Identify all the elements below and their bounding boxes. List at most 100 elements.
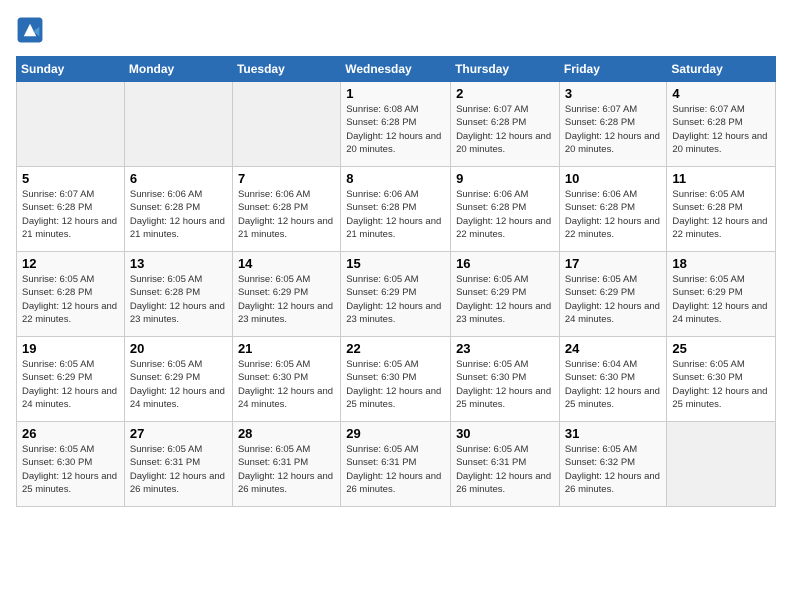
calendar-cell: 8Sunrise: 6:06 AM Sunset: 6:28 PM Daylig… xyxy=(341,167,451,252)
calendar-cell: 25Sunrise: 6:05 AM Sunset: 6:30 PM Dayli… xyxy=(667,337,776,422)
day-number: 6 xyxy=(130,171,227,186)
day-number: 4 xyxy=(672,86,770,101)
calendar-cell: 19 Sunrise: 6:05 AM Sunset: 6:29 PM Dayli… xyxy=(17,337,125,422)
page-header xyxy=(16,16,776,44)
calendar-cell xyxy=(232,82,340,167)
cell-info: Sunrise: 6:05 AM Sunset: 6:29 PM Dayligh… xyxy=(130,358,227,411)
day-number: 17 xyxy=(565,256,662,271)
day-number: 11 xyxy=(672,171,770,186)
cell-info: Sunrise: 6:07 AM Sunset: 6:28 PM Dayligh… xyxy=(565,103,662,156)
day-header-sunday: Sunday xyxy=(17,57,125,82)
calendar-table: SundayMondayTuesdayWednesdayThursdayFrid… xyxy=(16,56,776,507)
cell-info: Sunrise: 6:05 AM Sunset: 6:30 PM Dayligh… xyxy=(22,443,119,496)
logo-icon xyxy=(16,16,44,44)
calendar-week-row: 1 Sunrise: 6:08 AM Sunset: 6:28 PM Daylig… xyxy=(17,82,776,167)
calendar-cell: 24 Sunrise: 6:04 AM Sunset: 6:30 PM Dayli… xyxy=(559,337,667,422)
calendar-header-row: SundayMondayTuesdayWednesdayThursdayFrid… xyxy=(17,57,776,82)
calendar-cell xyxy=(17,82,125,167)
cell-info: Sunrise: 6:05 AM Sunset: 6:28 PM Dayligh… xyxy=(672,188,770,241)
calendar-cell: 6 Sunrise: 6:06 AM Sunset: 6:28 PM Daylig… xyxy=(124,167,232,252)
cell-info: Sunrise: 6:05 AM Sunset: 6:28 PM Dayligh… xyxy=(22,273,119,326)
calendar-cell: 22 Sunrise: 6:05 AM Sunset: 6:30 PM Dayli… xyxy=(341,337,451,422)
cell-info: Sunrise: 6:08 AM Sunset: 6:28 PM Dayligh… xyxy=(346,103,445,156)
calendar-cell: 16 Sunrise: 6:05 AM Sunset: 6:29 PM Dayli… xyxy=(451,252,560,337)
day-number: 16 xyxy=(456,256,554,271)
calendar-cell: 13 Sunrise: 6:05 AM Sunset: 6:28 PM Dayli… xyxy=(124,252,232,337)
cell-info: Sunrise: 6:05 AM Sunset: 6:29 PM Dayligh… xyxy=(672,273,770,326)
day-number: 28 xyxy=(238,426,335,441)
day-number: 1 xyxy=(346,86,445,101)
calendar-cell xyxy=(667,422,776,507)
cell-info: Sunrise: 6:05 AM Sunset: 6:31 PM Dayligh… xyxy=(130,443,227,496)
cell-info: Sunrise: 6:05 AM Sunset: 6:31 PM Dayligh… xyxy=(238,443,335,496)
calendar-cell: 23Sunrise: 6:05 AM Sunset: 6:30 PM Dayli… xyxy=(451,337,560,422)
calendar-cell: 27 Sunrise: 6:05 AM Sunset: 6:31 PM Dayli… xyxy=(124,422,232,507)
calendar-cell: 17Sunrise: 6:05 AM Sunset: 6:29 PM Dayli… xyxy=(559,252,667,337)
calendar-cell: 30 Sunrise: 6:05 AM Sunset: 6:31 PM Dayli… xyxy=(451,422,560,507)
day-number: 20 xyxy=(130,341,227,356)
day-number: 27 xyxy=(130,426,227,441)
calendar-cell: 21 Sunrise: 6:05 AM Sunset: 6:30 PM Dayli… xyxy=(232,337,340,422)
day-number: 9 xyxy=(456,171,554,186)
day-number: 19 xyxy=(22,341,119,356)
calendar-cell xyxy=(124,82,232,167)
cell-info: Sunrise: 6:05 AM Sunset: 6:30 PM Dayligh… xyxy=(346,358,445,411)
calendar-cell: 29 Sunrise: 6:05 AM Sunset: 6:31 PM Dayli… xyxy=(341,422,451,507)
cell-info: Sunrise: 6:05 AM Sunset: 6:29 PM Dayligh… xyxy=(346,273,445,326)
day-number: 26 xyxy=(22,426,119,441)
cell-info: Sunrise: 6:05 AM Sunset: 6:29 PM Dayligh… xyxy=(22,358,119,411)
calendar-cell: 12 Sunrise: 6:05 AM Sunset: 6:28 PM Dayli… xyxy=(17,252,125,337)
calendar-cell: 20 Sunrise: 6:05 AM Sunset: 6:29 PM Dayli… xyxy=(124,337,232,422)
cell-info: Sunrise: 6:05 AM Sunset: 6:30 PM Dayligh… xyxy=(238,358,335,411)
day-number: 10 xyxy=(565,171,662,186)
calendar-cell: 3 Sunrise: 6:07 AM Sunset: 6:28 PM Daylig… xyxy=(559,82,667,167)
day-number: 30 xyxy=(456,426,554,441)
calendar-cell: 18 Sunrise: 6:05 AM Sunset: 6:29 PM Dayli… xyxy=(667,252,776,337)
calendar-week-row: 19 Sunrise: 6:05 AM Sunset: 6:29 PM Dayli… xyxy=(17,337,776,422)
calendar-cell: 7Sunrise: 6:06 AM Sunset: 6:28 PM Daylig… xyxy=(232,167,340,252)
calendar-cell: 1 Sunrise: 6:08 AM Sunset: 6:28 PM Daylig… xyxy=(341,82,451,167)
logo xyxy=(16,16,48,44)
cell-info: Sunrise: 6:06 AM Sunset: 6:28 PM Dayligh… xyxy=(130,188,227,241)
day-number: 23 xyxy=(456,341,554,356)
calendar-cell: 9 Sunrise: 6:06 AM Sunset: 6:28 PM Daylig… xyxy=(451,167,560,252)
day-number: 29 xyxy=(346,426,445,441)
day-header-wednesday: Wednesday xyxy=(341,57,451,82)
cell-info: Sunrise: 6:07 AM Sunset: 6:28 PM Dayligh… xyxy=(456,103,554,156)
day-number: 15 xyxy=(346,256,445,271)
day-number: 2 xyxy=(456,86,554,101)
cell-info: Sunrise: 6:05 AM Sunset: 6:29 PM Dayligh… xyxy=(238,273,335,326)
day-number: 3 xyxy=(565,86,662,101)
day-header-friday: Friday xyxy=(559,57,667,82)
day-number: 31 xyxy=(565,426,662,441)
cell-info: Sunrise: 6:04 AM Sunset: 6:30 PM Dayligh… xyxy=(565,358,662,411)
calendar-cell: 5 Sunrise: 6:07 AM Sunset: 6:28 PM Daylig… xyxy=(17,167,125,252)
cell-info: Sunrise: 6:05 AM Sunset: 6:31 PM Dayligh… xyxy=(456,443,554,496)
day-number: 12 xyxy=(22,256,119,271)
calendar-cell: 28 Sunrise: 6:05 AM Sunset: 6:31 PM Dayli… xyxy=(232,422,340,507)
calendar-cell: 4 Sunrise: 6:07 AM Sunset: 6:28 PM Daylig… xyxy=(667,82,776,167)
day-number: 18 xyxy=(672,256,770,271)
cell-info: Sunrise: 6:05 AM Sunset: 6:31 PM Dayligh… xyxy=(346,443,445,496)
day-header-tuesday: Tuesday xyxy=(232,57,340,82)
cell-info: Sunrise: 6:06 AM Sunset: 6:28 PM Dayligh… xyxy=(456,188,554,241)
day-number: 24 xyxy=(565,341,662,356)
day-number: 13 xyxy=(130,256,227,271)
calendar-week-row: 12 Sunrise: 6:05 AM Sunset: 6:28 PM Dayli… xyxy=(17,252,776,337)
calendar-cell: 14Sunrise: 6:05 AM Sunset: 6:29 PM Dayli… xyxy=(232,252,340,337)
calendar-cell: 15 Sunrise: 6:05 AM Sunset: 6:29 PM Dayli… xyxy=(341,252,451,337)
day-number: 22 xyxy=(346,341,445,356)
calendar-week-row: 5 Sunrise: 6:07 AM Sunset: 6:28 PM Daylig… xyxy=(17,167,776,252)
cell-info: Sunrise: 6:07 AM Sunset: 6:28 PM Dayligh… xyxy=(22,188,119,241)
cell-info: Sunrise: 6:05 AM Sunset: 6:29 PM Dayligh… xyxy=(456,273,554,326)
day-number: 25 xyxy=(672,341,770,356)
cell-info: Sunrise: 6:06 AM Sunset: 6:28 PM Dayligh… xyxy=(565,188,662,241)
cell-info: Sunrise: 6:06 AM Sunset: 6:28 PM Dayligh… xyxy=(346,188,445,241)
cell-info: Sunrise: 6:05 AM Sunset: 6:28 PM Dayligh… xyxy=(130,273,227,326)
day-number: 7 xyxy=(238,171,335,186)
cell-info: Sunrise: 6:07 AM Sunset: 6:28 PM Dayligh… xyxy=(672,103,770,156)
day-number: 5 xyxy=(22,171,119,186)
day-number: 21 xyxy=(238,341,335,356)
day-header-thursday: Thursday xyxy=(451,57,560,82)
calendar-cell: 10 Sunrise: 6:06 AM Sunset: 6:28 PM Dayli… xyxy=(559,167,667,252)
